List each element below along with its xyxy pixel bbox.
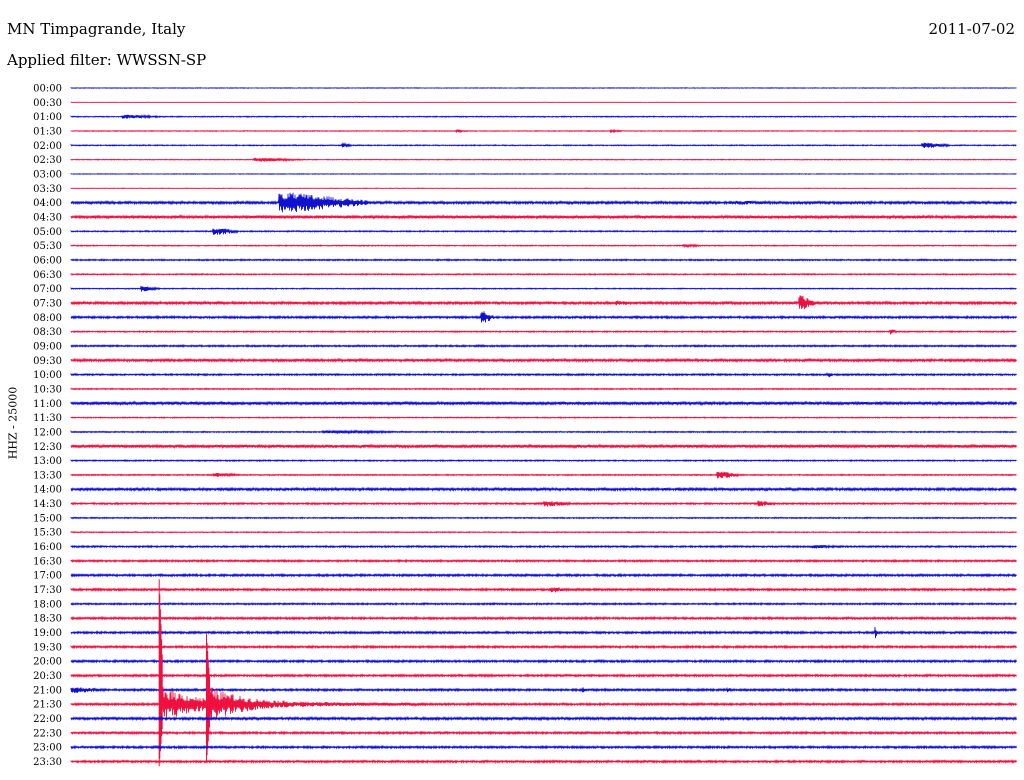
seismic-traces bbox=[70, 86, 1017, 767]
tick-label-2030: 20:30 bbox=[33, 671, 62, 682]
trace-1430 bbox=[70, 500, 1017, 507]
tick-label-0630: 06:30 bbox=[33, 270, 62, 281]
tick-label-1400: 14:00 bbox=[33, 485, 62, 496]
trace-0200 bbox=[70, 142, 1017, 148]
trace-1500 bbox=[70, 516, 1017, 520]
tick-label-1030: 10:30 bbox=[33, 384, 62, 395]
trace-1630 bbox=[70, 558, 1017, 564]
tick-label-0930: 09:30 bbox=[33, 356, 62, 367]
tick-label-1630: 16:30 bbox=[33, 556, 62, 567]
tick-label-1000: 10:00 bbox=[33, 370, 62, 381]
tick-label-1900: 19:00 bbox=[33, 628, 62, 639]
trace-2030 bbox=[70, 672, 1017, 679]
trace-1130 bbox=[70, 416, 1017, 419]
tick-label-1730: 17:30 bbox=[33, 585, 62, 596]
tick-label-0230: 02:30 bbox=[33, 155, 62, 166]
trace-0730 bbox=[70, 295, 1017, 310]
trace-0530 bbox=[70, 243, 1017, 249]
trace-0930 bbox=[70, 357, 1017, 364]
trace-1830 bbox=[70, 615, 1017, 621]
tick-label-1700: 17:00 bbox=[33, 571, 62, 582]
tick-label-1130: 11:30 bbox=[33, 413, 62, 424]
tick-label-0200: 02:00 bbox=[33, 141, 62, 152]
tick-label-0500: 05:00 bbox=[33, 227, 62, 238]
trace-0630 bbox=[70, 272, 1017, 276]
tick-label-1300: 13:00 bbox=[33, 456, 62, 467]
trace-2000 bbox=[70, 658, 1017, 664]
tick-label-0530: 05:30 bbox=[33, 241, 62, 252]
tick-label-1430: 14:30 bbox=[33, 499, 62, 510]
trace-2100 bbox=[70, 687, 1017, 693]
trace-1030 bbox=[70, 387, 1017, 391]
tick-label-0800: 08:00 bbox=[33, 313, 62, 324]
trace-2300 bbox=[70, 744, 1017, 750]
trace-0300 bbox=[70, 173, 1017, 175]
tick-label-1530: 15:30 bbox=[33, 528, 62, 539]
trace-1800 bbox=[70, 601, 1017, 607]
trace-1200 bbox=[70, 429, 1017, 435]
trace-0230 bbox=[70, 157, 1017, 163]
tick-label-0300: 03:00 bbox=[33, 169, 62, 180]
tick-label-2200: 22:00 bbox=[33, 714, 62, 725]
trace-2200 bbox=[70, 715, 1017, 722]
tick-label-1830: 18:30 bbox=[33, 614, 62, 625]
trace-1230 bbox=[70, 443, 1017, 450]
tick-label-0430: 04:30 bbox=[33, 212, 62, 223]
tick-label-0100: 01:00 bbox=[33, 112, 62, 123]
trace-0100 bbox=[70, 113, 1017, 120]
trace-2330 bbox=[70, 758, 1017, 765]
trace-1100 bbox=[70, 400, 1017, 407]
trace-0830 bbox=[70, 329, 1017, 335]
tick-label-2230: 22:30 bbox=[33, 728, 62, 739]
tick-label-1500: 15:00 bbox=[33, 513, 62, 524]
tick-label-2300: 23:00 bbox=[33, 743, 62, 754]
trace-1300 bbox=[70, 458, 1017, 463]
trace-2230 bbox=[70, 730, 1017, 736]
trace-1400 bbox=[70, 486, 1017, 492]
tick-label-0330: 03:30 bbox=[33, 184, 62, 195]
trace-1530 bbox=[70, 530, 1017, 534]
tick-label-1230: 12:30 bbox=[33, 442, 62, 453]
trace-0800 bbox=[70, 311, 1017, 323]
tick-label-0730: 07:30 bbox=[33, 298, 62, 309]
trace-1000 bbox=[70, 371, 1017, 378]
trace-0900 bbox=[70, 343, 1017, 349]
trace-1930 bbox=[70, 644, 1017, 650]
trace-0600 bbox=[70, 258, 1017, 262]
tick-label-2100: 21:00 bbox=[33, 685, 62, 696]
tick-label-2000: 20:00 bbox=[33, 657, 62, 668]
tick-label-0030: 00:30 bbox=[33, 98, 62, 109]
trace-0500 bbox=[70, 228, 1017, 235]
trace-0700 bbox=[70, 285, 1017, 292]
trace-1900 bbox=[70, 626, 1017, 639]
trace-1330 bbox=[70, 471, 1017, 479]
tick-label-0130: 01:30 bbox=[33, 126, 62, 137]
tick-label-0400: 04:00 bbox=[33, 198, 62, 209]
trace-1730 bbox=[70, 586, 1017, 593]
trace-0000 bbox=[70, 86, 1017, 89]
tick-label-0900: 09:00 bbox=[33, 341, 62, 352]
trace-0430 bbox=[70, 214, 1017, 220]
tick-label-1600: 16:00 bbox=[33, 542, 62, 553]
trace-0400 bbox=[70, 192, 1017, 213]
earthquake-spike-2 bbox=[206, 634, 210, 763]
helicorder-plot: 00:00 00:30 01:00 01:30 02:00 02:30 03:00 03:30… bbox=[33, 84, 1017, 769]
tick-label-1100: 11:00 bbox=[33, 399, 62, 410]
tick-label-1200: 12:00 bbox=[33, 427, 62, 438]
tick-label-0000: 00:00 bbox=[33, 84, 62, 95]
trace-0330 bbox=[70, 187, 1017, 190]
tick-label-2330: 23:30 bbox=[33, 757, 62, 768]
trace-1600 bbox=[70, 543, 1017, 550]
earthquake-spike-1 bbox=[158, 579, 163, 767]
tick-label-0700: 07:00 bbox=[33, 284, 62, 295]
tick-label-2130: 21:30 bbox=[33, 700, 62, 711]
tick-label-1330: 13:30 bbox=[33, 470, 62, 481]
time-tick-labels: 00:00 00:30 01:00 01:30 02:00 02:30 03:00 03:30… bbox=[33, 84, 62, 769]
tick-label-1800: 18:00 bbox=[33, 599, 62, 610]
trace-1700 bbox=[70, 572, 1017, 578]
tick-label-1930: 19:30 bbox=[33, 642, 62, 653]
trace-0130 bbox=[70, 128, 1017, 134]
tick-label-0600: 06:00 bbox=[33, 255, 62, 266]
tick-label-0830: 08:30 bbox=[33, 327, 62, 338]
